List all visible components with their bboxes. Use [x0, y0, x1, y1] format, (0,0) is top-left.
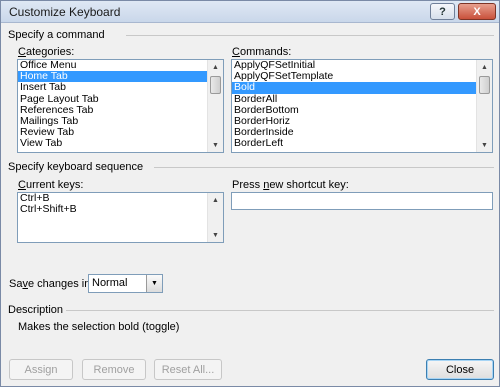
categories-scrollbar[interactable]: ▲ ▼ — [207, 60, 223, 152]
new-shortcut-label-pre: Press — [232, 179, 264, 191]
section-title-sequence: Specify keyboard sequence — [8, 161, 144, 173]
scroll-down-arrow-icon[interactable]: ▼ — [477, 138, 492, 152]
save-changes-select[interactable]: Normal ▼ — [88, 274, 163, 293]
list-item[interactable]: ApplyQFSetTemplate — [232, 70, 476, 82]
new-shortcut-input[interactable] — [231, 192, 493, 210]
description-text: Makes the selection bold (toggle) — [18, 321, 180, 333]
categories-label: Categories: — [18, 46, 75, 58]
list-item[interactable]: BorderLeft — [232, 138, 476, 149]
commands-scrollbar[interactable]: ▲ ▼ — [476, 60, 492, 152]
save-changes-value: Normal — [92, 277, 128, 289]
title-bar[interactable]: Customize Keyboard ? X — [1, 1, 499, 23]
customize-keyboard-dialog: Customize Keyboard ? X Specify a command… — [0, 0, 500, 387]
current-keys-label: Current keys: — [18, 179, 84, 191]
categories-items: Office Menu Home Tab Insert Tab Page Layout… — [18, 60, 207, 150]
list-item[interactable]: Bold — [232, 82, 476, 94]
new-shortcut-label-rest: ew shortcut key: — [269, 179, 349, 191]
close-icon[interactable]: X — [458, 3, 496, 20]
description-title: Description — [8, 304, 64, 316]
save-changes-label-pre: Sa — [9, 278, 23, 290]
reset-all-button[interactable]: Reset All... — [154, 359, 222, 380]
save-changes-label-rest: e changes in: — [27, 278, 94, 290]
categories-label-rest: ategories: — [25, 46, 75, 58]
section-divider — [126, 35, 494, 36]
assign-button[interactable]: Assign — [9, 359, 73, 380]
remove-button[interactable]: Remove — [82, 359, 146, 380]
chevron-down-icon[interactable]: ▼ — [146, 275, 162, 292]
section-title-command: Specify a command — [8, 29, 105, 41]
list-item[interactable]: Ctrl+Shift+B — [18, 204, 207, 215]
list-item[interactable]: View Tab — [18, 138, 207, 149]
list-item[interactable]: Insert Tab — [18, 82, 207, 93]
commands-list[interactable]: ApplyQFSetInitial ApplyQFSetTemplate Bold B… — [231, 59, 493, 153]
help-icon[interactable]: ? — [430, 3, 455, 20]
commands-label-rest: ommands: — [239, 46, 292, 58]
scroll-down-arrow-icon[interactable]: ▼ — [208, 138, 223, 152]
new-shortcut-label: Press new shortcut key: — [232, 179, 349, 191]
scroll-down-arrow-icon[interactable]: ▼ — [208, 228, 223, 242]
section-divider — [154, 167, 494, 168]
section-divider — [66, 310, 494, 311]
scroll-up-arrow-icon[interactable]: ▲ — [208, 60, 223, 74]
current-keys-scrollbar[interactable]: ▲ ▼ — [207, 193, 223, 242]
close-button[interactable]: Close — [426, 359, 494, 380]
save-changes-label: Save changes in: — [9, 278, 94, 290]
commands-items: ApplyQFSetInitial ApplyQFSetTemplate Bold B… — [232, 60, 476, 150]
dialog-title: Customize Keyboard — [9, 5, 121, 19]
categories-list[interactable]: Office Menu Home Tab Insert Tab Page Layout… — [17, 59, 224, 153]
scroll-up-arrow-icon[interactable]: ▲ — [208, 193, 223, 207]
current-keys-items: Ctrl+B Ctrl+Shift+B — [18, 193, 207, 215]
current-keys-list[interactable]: Ctrl+B Ctrl+Shift+B ▲ ▼ — [17, 192, 224, 243]
scroll-thumb[interactable] — [479, 76, 490, 94]
current-keys-label-rest: urrent keys: — [25, 179, 84, 191]
commands-label: Commands: — [232, 46, 292, 58]
scroll-thumb[interactable] — [210, 76, 221, 94]
scroll-up-arrow-icon[interactable]: ▲ — [477, 60, 492, 74]
